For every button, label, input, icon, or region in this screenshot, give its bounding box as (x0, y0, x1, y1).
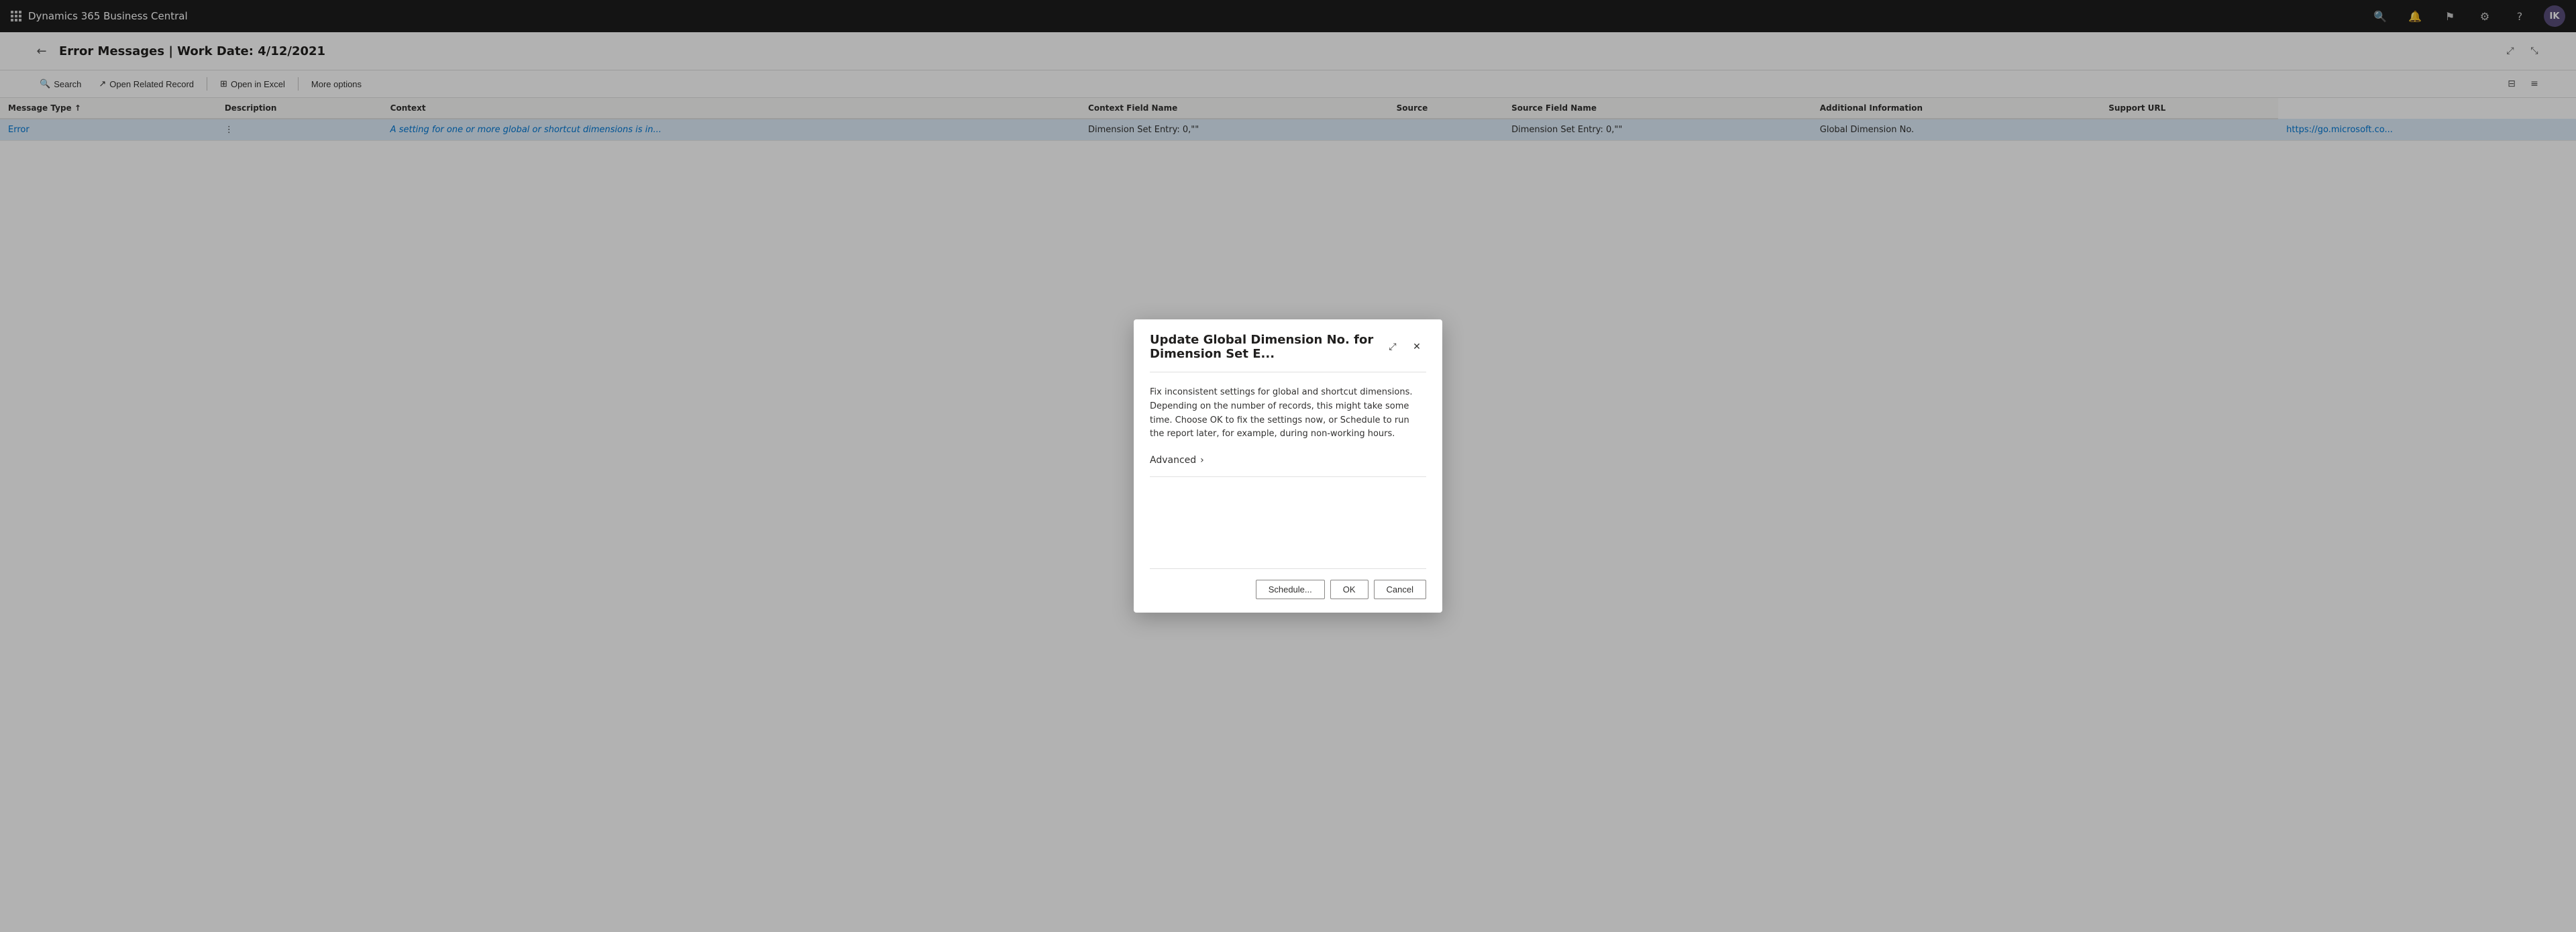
modal-body-spacer (1134, 488, 1442, 568)
modal-footer-divider (1150, 568, 1426, 569)
advanced-chevron-icon: › (1200, 455, 1204, 466)
modal-description: Fix inconsistent settings for global and… (1150, 387, 1413, 439)
modal-header: Update Global Dimension No. for Dimensio… (1134, 319, 1442, 372)
modal-footer: Schedule... OK Cancel (1134, 580, 1442, 613)
modal-body: Fix inconsistent settings for global and… (1134, 372, 1442, 455)
modal-overlay: Update Global Dimension No. for Dimensio… (0, 0, 2576, 932)
advanced-toggle[interactable]: Advanced › (1134, 455, 1442, 476)
modal-header-icons: ⤢ ✕ (1383, 338, 1426, 356)
expand-modal-icon[interactable]: ⤢ (1383, 338, 1402, 356)
update-dimension-dialog: Update Global Dimension No. for Dimensio… (1134, 319, 1442, 613)
schedule-button[interactable]: Schedule... (1256, 580, 1325, 599)
cancel-button[interactable]: Cancel (1374, 580, 1426, 599)
advanced-label: Advanced (1150, 455, 1196, 466)
modal-advanced-divider (1150, 476, 1426, 477)
close-modal-icon[interactable]: ✕ (1407, 338, 1426, 356)
modal-title: Update Global Dimension No. for Dimensio… (1150, 333, 1377, 361)
ok-button[interactable]: OK (1330, 580, 1368, 599)
